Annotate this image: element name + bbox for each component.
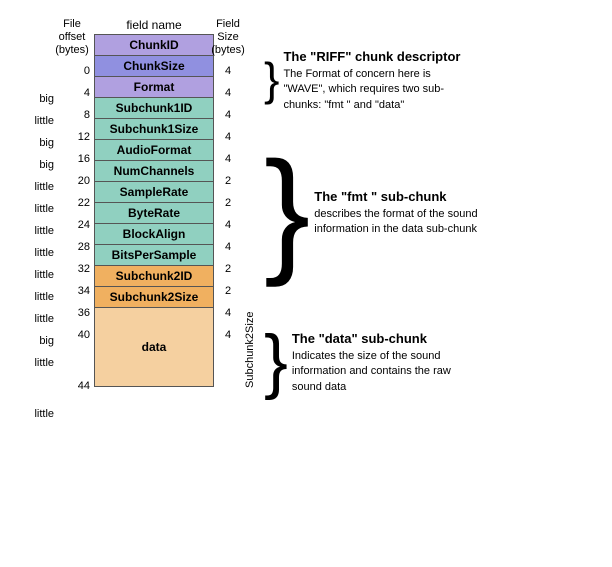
size-label: 4 xyxy=(214,302,242,324)
offset-label: 32 xyxy=(78,258,90,280)
description-text-block: The "RIFF" chunk descriptor The Format of… xyxy=(283,45,473,113)
size-label: 2 xyxy=(214,170,242,192)
size-label: 2 xyxy=(214,280,242,302)
description-group: } The "RIFF" chunk descriptor The Format o… xyxy=(264,46,504,112)
description-body: describes the format of the sound inform… xyxy=(314,207,504,238)
offset-label: 28 xyxy=(78,236,90,258)
field-box: BitsPerSample xyxy=(94,244,214,266)
field-column: field nameChunkIDChunkSizeFormatSubchunk… xyxy=(94,18,214,386)
endian-label: little xyxy=(34,242,54,264)
endian-column: biglittlebigbiglittlelittlelittlelittlel… xyxy=(20,60,58,454)
endian-label: little xyxy=(34,176,54,198)
field-box: BlockAlign xyxy=(94,223,214,245)
field-box: Subchunk1ID xyxy=(94,97,214,119)
offset-label: 20 xyxy=(78,170,90,192)
endian-label: little xyxy=(34,264,54,286)
size-label: 4 xyxy=(214,148,242,170)
description-title: The "RIFF" chunk descriptor xyxy=(283,49,473,64)
size-label: 2 xyxy=(214,258,242,280)
field-box: SampleRate xyxy=(94,181,214,203)
endian-label: little xyxy=(34,110,54,132)
offset-column: File offset(bytes)0481216202224283234364… xyxy=(58,18,94,426)
size-label: 4 xyxy=(214,236,242,258)
description-group: } The "data" sub-chunk Indicates the size … xyxy=(264,310,504,412)
description-group: } The "fmt " sub-chunk describes the forma… xyxy=(264,112,504,310)
offset-label: 24 xyxy=(78,214,90,236)
size-label: 4 xyxy=(214,126,242,148)
field-box: Format xyxy=(94,76,214,98)
size-column: Field Size(bytes)4444422442244 xyxy=(214,18,242,426)
description-title: The "fmt " sub-chunk xyxy=(314,189,504,204)
endian-label: big xyxy=(39,154,54,176)
size-label: 4 xyxy=(214,60,242,82)
field-box: AudioFormat xyxy=(94,139,214,161)
brace-symbol: } xyxy=(264,46,279,112)
field-header: field name xyxy=(126,18,181,32)
endian-label: big xyxy=(39,132,54,154)
description-title: The "data" sub-chunk xyxy=(292,331,482,346)
offset-label: 44 xyxy=(78,346,90,426)
endian-label: big xyxy=(39,330,54,352)
description-body: The Format of concern here is "WAVE", wh… xyxy=(283,67,473,113)
size-label: 2 xyxy=(214,192,242,214)
size-label: 4 xyxy=(214,104,242,126)
size-label: 4 xyxy=(214,82,242,104)
offset-label: 0 xyxy=(84,60,90,82)
endian-label: little xyxy=(34,220,54,242)
offset-label: 4 xyxy=(84,82,90,104)
offset-label: 12 xyxy=(78,126,90,148)
endian-label: little xyxy=(34,352,54,374)
offset-label: 40 xyxy=(78,324,90,346)
offset-label: 22 xyxy=(78,192,90,214)
field-box: NumChannels xyxy=(94,160,214,182)
size-label xyxy=(214,346,242,426)
description-text-block: The "fmt " sub-chunk describes the format… xyxy=(314,185,504,238)
description-column: } The "RIFF" chunk descriptor The Format o… xyxy=(264,18,504,412)
subchunk2size-area: Subchunk2Size xyxy=(242,18,256,412)
size-header: Field Size(bytes) xyxy=(211,18,245,58)
offset-label: 8 xyxy=(84,104,90,126)
endian-label: little xyxy=(34,374,54,454)
endian-label: little xyxy=(34,308,54,330)
endian-label: little xyxy=(34,198,54,220)
field-box: data xyxy=(94,307,214,387)
field-box: Subchunk2ID xyxy=(94,265,214,287)
brace-symbol: } xyxy=(264,310,288,412)
field-box: Subchunk1Size xyxy=(94,118,214,140)
field-box: Subchunk2Size xyxy=(94,286,214,308)
description-body: Indicates the size of the sound informat… xyxy=(292,349,482,395)
brace-symbol: } xyxy=(264,112,310,310)
description-text-block: The "data" sub-chunk Indicates the size o… xyxy=(292,327,482,395)
field-box: ChunkID xyxy=(94,34,214,56)
field-box: ByteRate xyxy=(94,202,214,224)
size-label: 4 xyxy=(214,324,242,346)
offset-label: 16 xyxy=(78,148,90,170)
offset-label: 36 xyxy=(78,302,90,324)
field-box: ChunkSize xyxy=(94,55,214,77)
endian-label: little xyxy=(34,286,54,308)
offset-label: 34 xyxy=(78,280,90,302)
size-label: 4 xyxy=(214,214,242,236)
subchunk2size-rotated-label: Subchunk2Size xyxy=(244,288,256,412)
endian-label: big xyxy=(39,88,54,110)
